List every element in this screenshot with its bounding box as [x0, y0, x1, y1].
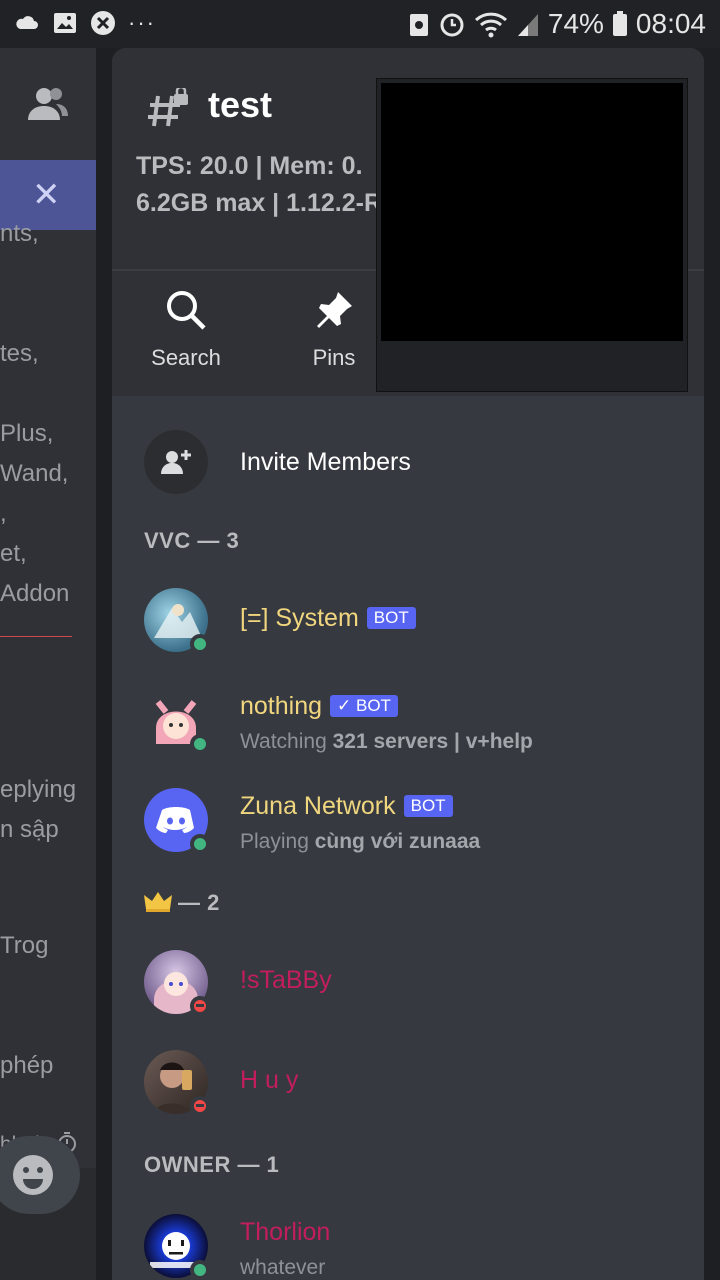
member-name-row: nothing ✓ BOT — [240, 692, 398, 721]
member-group-header: — 2 — [144, 890, 220, 916]
alarm-icon — [440, 13, 464, 37]
bot-badge: BOT — [366, 607, 416, 629]
battery-percent: 74% — [547, 8, 604, 39]
chat-fragment: phép — [0, 1052, 54, 1079]
new-messages-divider — [0, 636, 72, 637]
close-icon[interactable]: ✕ — [32, 178, 61, 212]
member-row[interactable]: [=] System BOT — [144, 588, 684, 658]
bot-badge: BOT — [403, 795, 453, 817]
verified-bot-badge: ✓ BOT — [330, 695, 398, 717]
add-person-icon — [161, 450, 191, 474]
chat-fragment: nts, — [0, 220, 39, 247]
online-status-icon — [190, 1260, 210, 1280]
member-name-row: [=] System BOT — [240, 604, 416, 633]
online-status-icon — [190, 734, 210, 754]
crown-icon — [144, 892, 172, 912]
pins-button[interactable]: Pins — [286, 288, 382, 371]
member-group-header: OWNER — 1 — [144, 1152, 280, 1177]
channel-topic: TPS: 20.0 | Mem: 0. 6.2GB max | 1.12.2-R — [136, 148, 396, 222]
cloud-icon — [16, 16, 38, 29]
member-name: Zuna Network — [240, 792, 396, 820]
member-activity: Playing cùng với zunaaa — [240, 830, 480, 854]
activity-prefix: Playing — [240, 830, 315, 853]
pins-label: Pins — [312, 345, 356, 370]
discord-notif-icon — [91, 11, 115, 35]
chat-fragment: Trog — [0, 932, 49, 959]
invite-icon-circle — [144, 430, 208, 494]
activity-detail: cùng với zunaaa — [314, 830, 481, 853]
search-button[interactable]: Search — [138, 288, 234, 371]
activity-detail: 321 servers | v+help — [332, 730, 533, 753]
battery-saver-icon — [409, 14, 428, 36]
member-row[interactable]: Zuna Network BOT Playing cùng với zunaaa — [144, 788, 684, 858]
channel-topic-line: TPS: 20.0 | Mem: 0. — [136, 152, 363, 180]
member-group-header: VVC — 3 — [144, 528, 240, 553]
group-title: — 2 — [178, 890, 220, 915]
member-activity: whatever — [240, 1256, 326, 1279]
signal-icon — [517, 14, 538, 36]
member-name: Thorlion — [240, 1218, 331, 1246]
member-name: nothing — [240, 692, 323, 720]
wifi-icon — [474, 12, 507, 38]
invite-members-row[interactable]: Invite Members — [144, 430, 411, 494]
battery-icon — [612, 11, 627, 36]
chat-fragment: eplying — [0, 776, 77, 803]
dnd-status-icon — [190, 996, 210, 1016]
member-name-row: Zuna Network BOT — [240, 792, 453, 821]
chat-fragment: tes, — [0, 340, 39, 367]
status-bar: ··· 74% 08:04 — [0, 0, 720, 48]
channel-name: test — [208, 84, 273, 125]
chat-fragment: et, — [0, 540, 27, 567]
member-row[interactable]: !sTaBBy — [144, 950, 684, 1020]
member-name: [=] System — [240, 604, 359, 632]
activity-prefix: Watching — [240, 730, 333, 753]
chat-fragment: , — [0, 500, 7, 527]
search-label: Search — [151, 345, 221, 370]
chat-fragment: Addon — [0, 580, 70, 607]
member-row[interactable]: H u y — [144, 1050, 684, 1120]
invite-members-label: Invite Members — [240, 447, 411, 476]
member-name: !sTaBBy — [240, 966, 332, 994]
notification-icons: ··· — [14, 10, 156, 36]
gallery-icon — [54, 13, 76, 33]
member-row[interactable]: Thorlion whatever — [144, 1214, 684, 1280]
member-activity: Watching 321 servers | v+help — [240, 730, 533, 754]
overlay-black-area — [381, 83, 683, 341]
locked-channel-icon — [148, 88, 188, 127]
channel-drawer: test TPS: 20.0 | Mem: 0. 6.2GB max | 1.1… — [112, 48, 704, 1280]
overlay-popup — [376, 78, 688, 392]
more-notifications: ··· — [128, 10, 156, 35]
online-status-icon — [190, 834, 210, 854]
search-icon — [167, 291, 206, 330]
channel-topic-line: 6.2GB max | 1.12.2-R — [136, 189, 383, 217]
clock: 08:04 — [635, 8, 706, 39]
chat-fragment: Wand, — [0, 460, 69, 487]
system-indicators: 74% 08:04 — [408, 8, 706, 40]
pin-icon — [317, 292, 352, 328]
members-icon[interactable] — [26, 84, 70, 124]
emoji-icon — [13, 1155, 53, 1195]
member-row[interactable]: nothing ✓ BOT Watching 321 servers | v+he… — [144, 688, 684, 758]
channel-header: test TPS: 20.0 | Mem: 0. 6.2GB max | 1.1… — [112, 48, 704, 396]
emoji-button[interactable] — [0, 1136, 80, 1214]
chat-fragment: Plus, — [0, 420, 54, 447]
chat-panel-background: ✕ nts, tes, Plus, Wand, , et, Addon eply… — [0, 48, 96, 1280]
chat-fragment: n sập — [0, 816, 59, 843]
online-status-icon — [190, 634, 210, 654]
dnd-status-icon — [190, 1096, 210, 1116]
member-name: H u y — [240, 1066, 299, 1094]
